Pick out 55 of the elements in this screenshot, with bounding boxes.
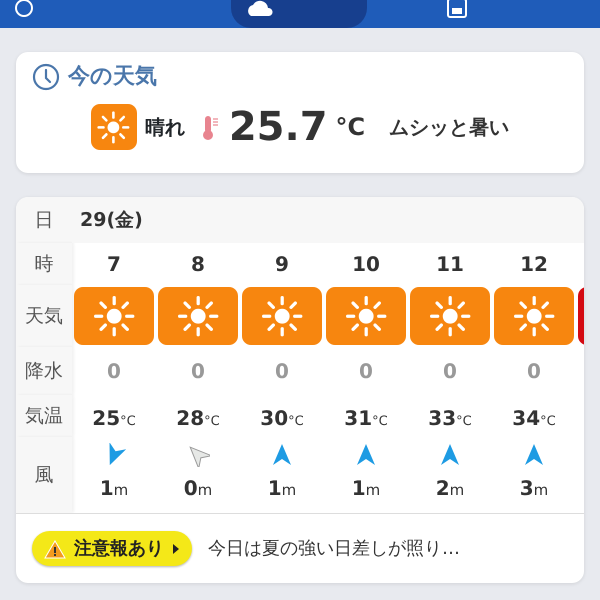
caret-icon [172,542,180,554]
temperature-text: 31 [344,405,372,432]
unit-text: m [114,480,128,501]
unit-text: m [366,480,380,501]
date-text: 29(金) [80,208,143,233]
warning-icon [44,538,66,558]
unit-text: m [282,480,296,501]
warning-button[interactable]: 注意報あり [32,531,192,566]
temperature-text: 33 [428,405,456,432]
unit-text: °C [456,413,472,431]
precipitation-text: 0 [275,358,289,385]
precipitation-text: 0 [527,358,541,385]
row-label: 時 [16,243,72,285]
clock-icon [32,62,60,90]
wind-speed-text: 3 [520,475,534,502]
wind-speed-text: 1 [352,475,366,502]
unit-text: m [534,480,548,501]
row-label: 降水 [16,347,72,395]
wind-speed-text: 1 [100,475,114,502]
section-title: 今の天気 [68,63,157,91]
temperature-text: 34 [512,405,540,432]
precipitation-text: 0 [443,358,457,385]
weather-condition: 晴れ [144,114,185,141]
hour-text: 12 [520,251,548,278]
precipitation-text: 0 [107,358,121,385]
unit-text: m [198,480,212,501]
hour-text: 8 [191,251,205,278]
row-label: 日 [16,197,72,243]
unit-text: °C [540,413,556,431]
row-label: 天気 [16,285,72,347]
temperature-text: 30 [260,405,288,432]
row-label: 気温 [16,395,72,437]
temperature-text: 28 [176,405,204,432]
nav-tab[interactable] [231,0,367,28]
hour-text: 11 [436,251,464,278]
temperature-text: 25 [92,405,120,432]
wind-speed-text: 1 [268,475,282,502]
wind-speed-text: 0 [184,475,198,502]
hour-text: 7 [107,251,121,278]
unit-text: °C [372,413,388,431]
unit-text: °C [120,413,136,431]
hour-text: 10 [352,251,380,278]
cloud-icon [245,0,275,18]
temperature: 25.7 [228,103,328,152]
hour-text: 9 [275,251,289,278]
unit-text: m [450,480,464,501]
row-label: 風 [16,437,72,513]
unit-text: °C [288,413,304,431]
warning-text: 今日は夏の強い日差しが照り… [208,537,460,561]
temperature-unit: °C [336,112,366,143]
precipitation-text: 0 [191,358,205,385]
wind-speed-text: 2 [436,475,450,502]
precipitation-text: 0 [359,358,373,385]
unit-text: °C [204,413,220,431]
feeling-text: ムシッと暑い [389,114,510,141]
